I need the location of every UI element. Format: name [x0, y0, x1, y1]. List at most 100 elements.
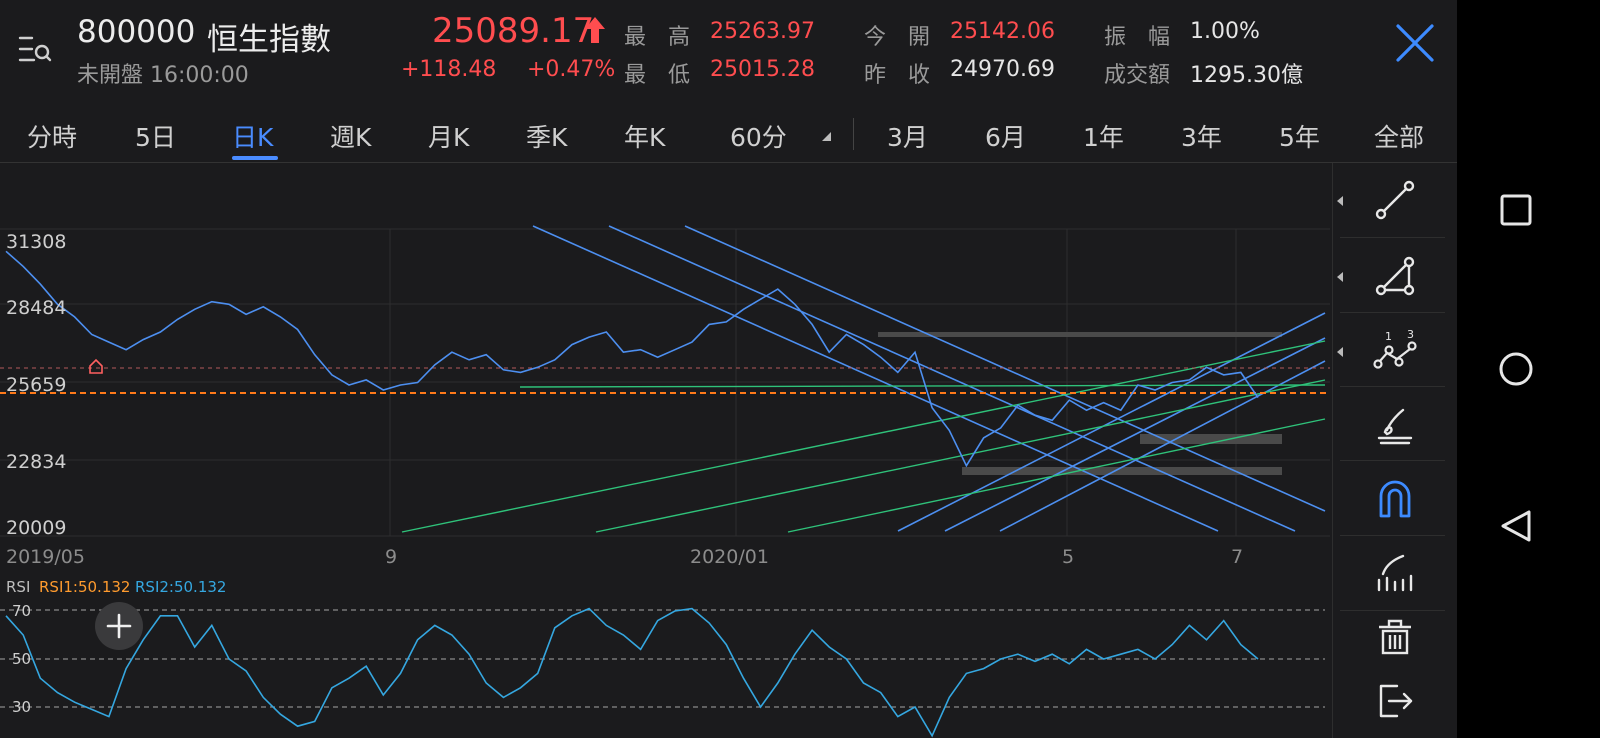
prev-close-label: 昨 收	[864, 63, 931, 88]
tab-divider	[853, 118, 854, 150]
amplitude-label: 振 幅	[1104, 25, 1171, 50]
svg-text:3: 3	[1407, 328, 1414, 341]
tab-3year[interactable]: 3年	[1181, 118, 1222, 154]
home-button[interactable]	[1498, 351, 1534, 391]
dropdown-triangle-icon[interactable]	[822, 132, 831, 141]
zone-bar	[878, 332, 1282, 337]
y-tick: 22834	[6, 451, 67, 473]
last-price: 25089.17	[432, 11, 595, 51]
rsi1-value: RSI1:50.132	[39, 578, 131, 596]
magnet-icon	[1379, 480, 1411, 518]
toolbar-separator	[1332, 163, 1333, 738]
system-navigation-bar	[1457, 0, 1600, 738]
tab-6month[interactable]: 6月	[985, 118, 1026, 154]
expand-marker-icon[interactable]	[1337, 347, 1343, 357]
x-tick: 2020/01	[690, 546, 769, 568]
x-tick: 2019/05	[6, 546, 85, 568]
y-tick: 20009	[6, 517, 67, 539]
toolbar-divider	[1340, 460, 1445, 461]
tab-quarterly-k[interactable]: 季K	[526, 118, 567, 154]
delete-drawings-button[interactable]	[1360, 605, 1430, 665]
price-change-pct: +0.47%	[527, 57, 616, 82]
tab-weekly-k[interactable]: 週K	[330, 118, 371, 154]
wave-tool-button[interactable]: 13	[1360, 320, 1430, 380]
high-label: 最 高	[624, 25, 691, 50]
prev-close-value: 24970.69	[950, 57, 1055, 82]
open-value: 25142.06	[950, 19, 1055, 44]
x-tick: 5	[1062, 546, 1075, 568]
turnover-label: 成交額	[1104, 63, 1171, 88]
turnover-value: 1295.30億	[1190, 63, 1303, 88]
tab-daily-k[interactable]: 日K	[232, 118, 273, 154]
back-button[interactable]	[1499, 509, 1533, 547]
stock-name: 恒生指數	[207, 22, 331, 58]
tab-minute[interactable]: 分時	[27, 118, 77, 154]
stock-code: 800000	[77, 14, 196, 50]
brush-tool-button[interactable]	[1360, 394, 1430, 454]
expand-marker-icon[interactable]	[1337, 196, 1343, 206]
tab-3month[interactable]: 3月	[887, 118, 928, 154]
alert-marker-icon[interactable]	[89, 358, 103, 374]
line-tool-icon	[1375, 180, 1415, 220]
tab-monthly-k[interactable]: 月K	[428, 118, 469, 154]
plus-icon	[106, 613, 132, 639]
back-triangle-icon	[1501, 510, 1531, 542]
menu-search-icon[interactable]	[18, 34, 52, 66]
price-up-icon	[584, 16, 606, 48]
rsi-title: RSI	[6, 578, 31, 596]
open-label: 今 開	[864, 25, 931, 50]
fib-tool-button[interactable]	[1360, 542, 1430, 602]
triangle-tool-button[interactable]	[1360, 246, 1430, 306]
high-value: 25263.97	[710, 19, 815, 44]
rsi2-value: RSI2:50.132	[135, 578, 227, 596]
y-tick: 25659	[6, 374, 67, 396]
price-chart[interactable]	[0, 163, 1330, 558]
x-tick: 9	[385, 546, 398, 568]
line-tool-button[interactable]	[1360, 170, 1430, 230]
stock-chart-app: 800000 恒生指數 未開盤 16:00:00 25089.17 +118.4…	[0, 0, 1457, 738]
active-tab-indicator	[232, 156, 278, 160]
tab-60min[interactable]: 60分	[730, 118, 787, 154]
toolbar-divider	[1340, 386, 1445, 387]
trend-line[interactable]	[897, 312, 1326, 532]
x-tick: 7	[1231, 546, 1244, 568]
expand-marker-icon[interactable]	[1337, 272, 1343, 282]
fib-tool-icon	[1377, 554, 1413, 592]
rsi-level: 30	[12, 698, 32, 716]
magnet-tool-button[interactable]	[1360, 468, 1430, 528]
rsi-level: 70	[12, 602, 32, 620]
low-label: 最 低	[624, 63, 691, 88]
toolbar-divider	[1340, 237, 1445, 238]
trend-line[interactable]	[519, 384, 1326, 388]
market-status: 未開盤 16:00:00	[77, 63, 249, 88]
wave-tool-icon: 13	[1373, 328, 1417, 369]
exit-drawing-button[interactable]	[1360, 670, 1430, 730]
tab-all[interactable]: 全部	[1374, 118, 1424, 154]
svg-text:1: 1	[1385, 330, 1392, 343]
recent-apps-button[interactable]	[1500, 194, 1532, 230]
tab-5day[interactable]: 5日	[135, 118, 176, 154]
rsi-chart	[0, 607, 1325, 738]
add-indicator-button[interactable]	[95, 602, 143, 650]
tab-1year[interactable]: 1年	[1083, 118, 1124, 154]
toolbar-divider	[1340, 312, 1445, 313]
y-tick: 31308	[6, 231, 67, 253]
trend-line[interactable]	[595, 379, 1326, 533]
y-tick: 28484	[6, 297, 67, 319]
rsi-level: 50	[12, 650, 32, 668]
square-icon	[1500, 194, 1532, 226]
price-change: +118.48	[401, 57, 497, 82]
triangle-tool-icon	[1375, 256, 1415, 296]
amplitude-value: 1.00%	[1190, 19, 1260, 44]
trash-icon	[1379, 619, 1411, 655]
circle-icon	[1499, 352, 1533, 386]
exit-icon	[1379, 684, 1413, 718]
close-icon[interactable]	[1394, 22, 1436, 68]
rsi-line	[5, 607, 1259, 738]
brush-tool-icon	[1377, 408, 1413, 445]
tab-yearly-k[interactable]: 年K	[624, 118, 665, 154]
trend-line[interactable]	[532, 225, 1219, 532]
tab-5year[interactable]: 5年	[1279, 118, 1320, 154]
low-value: 25015.28	[710, 57, 815, 82]
toolbar-divider	[1340, 535, 1445, 536]
